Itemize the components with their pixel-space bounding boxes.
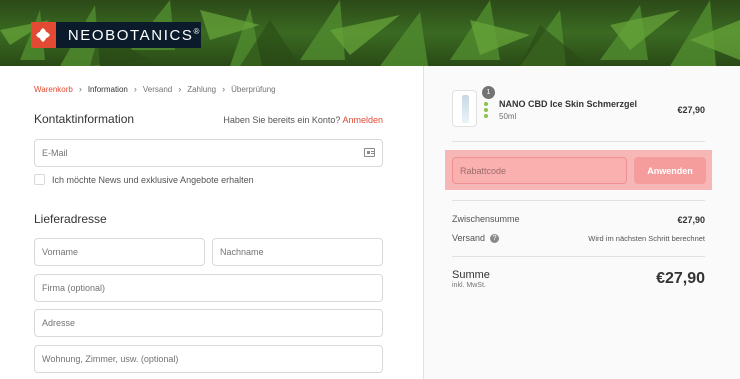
breadcrumb-ueberpruefung: Überprüfung <box>231 84 276 94</box>
divider <box>452 141 705 142</box>
product-decoration <box>484 102 488 120</box>
discount-placeholder: Rabattcode <box>460 165 507 176</box>
address-placeholder: Adresse <box>42 318 76 328</box>
product-name: NANO CBD Ice Skin Schmerzgel <box>499 99 638 109</box>
contact-card-icon <box>364 148 375 157</box>
first-name-field[interactable]: Vorname <box>34 238 205 266</box>
product-price: €27,90 <box>677 105 705 115</box>
breadcrumb-zahlung: Zahlung <box>187 84 217 94</box>
brand-name: NEOBOTANICS® <box>67 26 201 44</box>
discount-code-input[interactable]: Rabattcode <box>452 157 627 184</box>
last-name-field[interactable]: Nachname <box>212 238 383 266</box>
checkout-form: Warenkorb › Information › Versand › Zahl… <box>0 66 423 379</box>
newsletter-checkbox[interactable] <box>34 174 45 185</box>
login-hint: Haben Sie bereits ein Konto? Anmelden <box>223 115 383 125</box>
chevron-right-icon: › <box>178 84 182 94</box>
newsletter-option[interactable]: Ich möchte News und exklusive Angebote e… <box>34 174 254 185</box>
breadcrumb-versand: Versand <box>142 84 173 94</box>
help-icon[interactable]: ? <box>490 234 500 244</box>
total-tax-note: inkl. MwSt. <box>452 282 486 289</box>
newsletter-label: Ich möchte News und exklusive Angebote e… <box>52 174 254 185</box>
subtotal-label: Zwischensumme <box>452 214 520 224</box>
last-name-placeholder: Nachname <box>220 247 264 257</box>
chevron-right-icon: › <box>222 84 226 94</box>
breadcrumb: Warenkorb › Information › Versand › Zahl… <box>34 84 276 94</box>
quantity-badge: 1 <box>482 86 495 99</box>
shipping-label: Versand <box>452 233 486 243</box>
brand-logo[interactable]: NEOBOTANICS® <box>31 22 201 48</box>
divider <box>452 256 705 257</box>
contact-section-title: Kontaktinformation <box>34 112 135 126</box>
email-placeholder: E-Mail <box>42 148 68 158</box>
chevron-right-icon: › <box>78 84 82 94</box>
order-summary: 1 NANO CBD Ice Skin Schmerzgel 50ml €27,… <box>423 66 740 379</box>
breadcrumb-warenkorb[interactable]: Warenkorb <box>34 85 73 94</box>
apply-discount-button[interactable]: Anwenden <box>634 157 706 184</box>
product-thumbnail <box>452 90 477 127</box>
first-name-placeholder: Vorname <box>42 247 79 257</box>
apartment-field[interactable]: Wohnung, Zimmer, usw. (optional) <box>34 345 383 373</box>
shipping-row: Versand? <box>452 233 500 244</box>
shipping-value: Wird im nächsten Schritt berechnet <box>588 234 705 243</box>
login-link[interactable]: Anmelden <box>342 115 383 125</box>
chevron-right-icon: › <box>133 84 137 94</box>
header-banner: NEOBOTANICS® <box>0 0 740 66</box>
subtotal-value: €27,90 <box>677 215 705 225</box>
product-variant: 50ml <box>499 112 517 121</box>
apartment-placeholder: Wohnung, Zimmer, usw. (optional) <box>42 354 179 364</box>
divider <box>452 200 705 201</box>
company-placeholder: Firma (optional) <box>42 283 106 293</box>
breadcrumb-information: Information <box>87 84 128 94</box>
discount-section: Rabattcode Anwenden <box>445 150 712 190</box>
total-value: €27,90 <box>656 270 705 287</box>
total-label: Summe <box>452 269 490 281</box>
shipping-section-title: Lieferadresse <box>34 212 107 226</box>
address-field[interactable]: Adresse <box>34 309 383 337</box>
neobotanics-logo-icon <box>31 22 56 48</box>
company-field[interactable]: Firma (optional) <box>34 274 383 302</box>
product-bottle-image <box>462 95 469 123</box>
email-field[interactable]: E-Mail <box>34 139 383 167</box>
